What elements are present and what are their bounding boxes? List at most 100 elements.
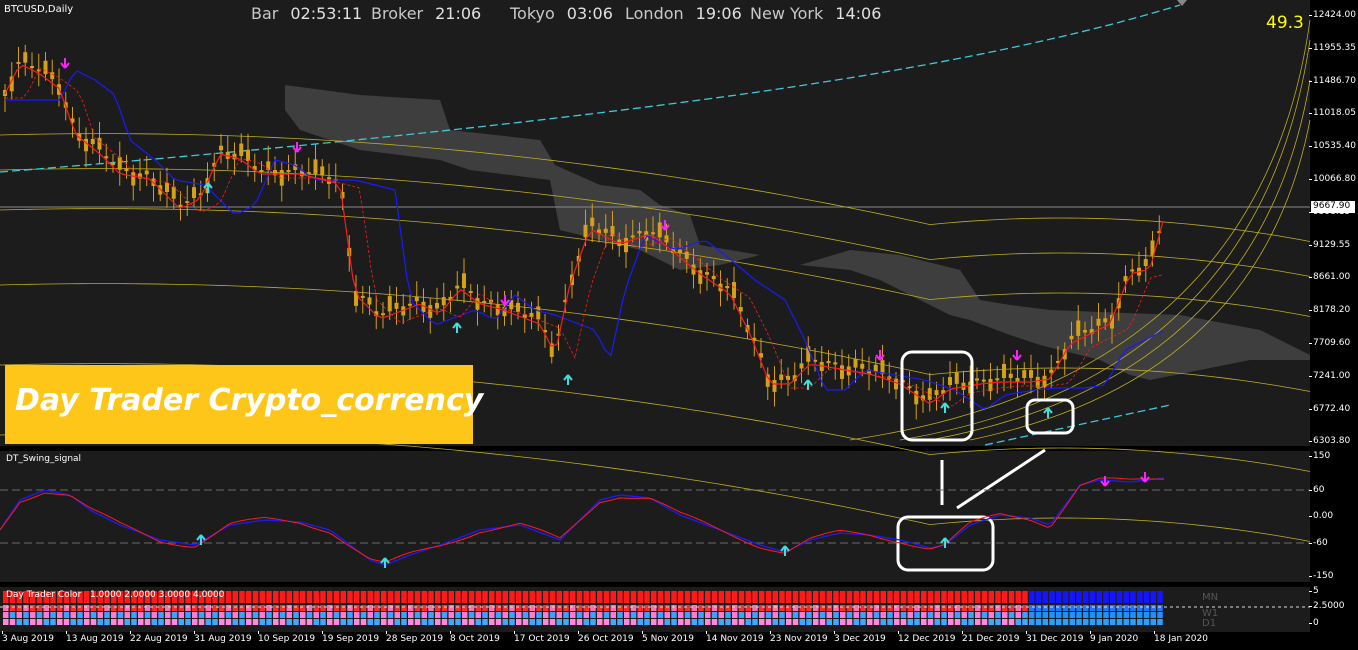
color-bar-cell	[414, 605, 421, 611]
color-bar-cell	[333, 612, 340, 618]
color-bar-cell	[70, 619, 76, 625]
color-bar-cell	[570, 612, 576, 618]
color-bar-cell	[590, 612, 596, 618]
candle-body	[732, 282, 736, 298]
date-tick: 26 Oct 2019	[578, 631, 634, 644]
trend-line-lower	[984, 404, 1171, 446]
color-bar-cell	[90, 605, 97, 611]
color-bar-cell	[340, 591, 346, 597]
date-tick: 3 Aug 2019	[2, 631, 54, 644]
color-bar-cell	[1049, 597, 1055, 603]
color-bar-cell	[678, 597, 684, 603]
color-bar-cell	[684, 597, 691, 603]
color-bar-cell	[671, 597, 677, 603]
color-bar-cell	[603, 612, 610, 618]
color-bar-cell	[853, 591, 859, 597]
price-tick: 11486.70	[1309, 75, 1356, 86]
color-bar-cell	[597, 605, 603, 611]
color-bar-cell	[300, 612, 306, 618]
candle-body	[840, 365, 844, 379]
color-bar-cell	[401, 619, 407, 625]
color-bar-cell	[678, 612, 684, 618]
color-bar-cell	[752, 597, 758, 603]
color-bar-cell	[698, 605, 704, 611]
color-bar-cell	[435, 597, 441, 603]
color-bar-cell	[576, 591, 583, 597]
color-bar-cell	[644, 591, 650, 597]
color-bar-cell	[306, 619, 313, 625]
color-bar-cell	[819, 619, 826, 625]
color-bar-cell	[779, 605, 785, 611]
color-bar-cell	[583, 597, 589, 603]
color-bar-cell	[462, 591, 468, 597]
candle-body	[286, 170, 291, 172]
color-bar-cell	[408, 591, 414, 597]
candle-body	[1042, 375, 1047, 388]
color-bar-cell	[792, 612, 799, 618]
color-bar-cell	[1069, 597, 1075, 603]
color-bar-cell	[1002, 605, 1008, 611]
color-bar-cell	[300, 619, 306, 625]
color-bar-cell	[111, 605, 117, 611]
color-bar-cell	[651, 591, 657, 597]
color-bar-cell	[252, 612, 259, 618]
color-bar-cell	[43, 612, 49, 618]
color-bar-cell	[549, 597, 556, 603]
color-bar-cell	[732, 605, 738, 611]
candle-body	[171, 186, 176, 199]
color-bar-cell	[1157, 612, 1163, 618]
color-bar-cell	[529, 605, 535, 611]
color-bar-cell	[887, 597, 893, 603]
color-bar-cell	[104, 605, 110, 611]
color-bar-cell	[360, 612, 367, 618]
color-bar-cell	[124, 605, 130, 611]
color-bar-cell	[293, 597, 299, 603]
color-bar-cell	[23, 605, 29, 611]
color-bar-cell	[786, 605, 792, 611]
color-bar-cell	[9, 612, 16, 618]
color-bar-cell	[624, 591, 630, 597]
color-bar-cell	[522, 597, 529, 603]
color-bar-cell	[1076, 605, 1082, 611]
price-tick: 7241.00	[1308, 370, 1351, 381]
color-bar-cell	[239, 591, 245, 597]
candle-body	[1083, 329, 1087, 333]
color-bar-cell	[1130, 597, 1136, 603]
price-tick: 6772.40	[1308, 403, 1351, 414]
color-bar-cell	[394, 605, 400, 611]
candle-body	[907, 386, 912, 389]
color-bar-cell	[421, 612, 427, 618]
candle-body	[664, 235, 669, 243]
color-bar-cell	[374, 591, 380, 597]
color-bar-cell	[948, 597, 954, 603]
color-bar-cell	[117, 612, 124, 618]
color-bar-cell	[691, 591, 697, 597]
color-bar-cell	[84, 605, 90, 611]
color-bar-cell	[435, 619, 441, 625]
color-bar-cell	[651, 597, 657, 603]
color-bar-cell	[414, 591, 421, 597]
symbol-label: BTCUSD,Daily	[4, 4, 74, 15]
color-bar-cell	[624, 619, 630, 625]
color-bar-cell	[576, 597, 583, 603]
color-bar-cell	[408, 597, 414, 603]
color-bar-cell	[678, 605, 684, 611]
color-bar-cell	[617, 597, 623, 603]
color-bar-cell	[320, 591, 326, 597]
color-bar-cell	[1103, 591, 1109, 597]
color-bar-cell	[887, 619, 893, 625]
color-bar-cell	[502, 612, 508, 618]
color-bar-cell	[165, 605, 171, 611]
candle-body	[30, 66, 34, 68]
color-bar-cell	[23, 619, 29, 625]
color-bar-cell	[192, 612, 198, 618]
color-bar-cell	[239, 605, 245, 611]
color-bar-cell	[509, 605, 515, 611]
color-bar-cell	[421, 597, 427, 603]
channel-arc-line	[899, 39, 1311, 441]
color-bar-cell	[813, 605, 819, 611]
color-bar-cell	[482, 619, 488, 625]
color-bar-cell	[401, 612, 407, 618]
color-bar-cell	[57, 605, 63, 611]
color-bar-cell	[212, 619, 218, 625]
